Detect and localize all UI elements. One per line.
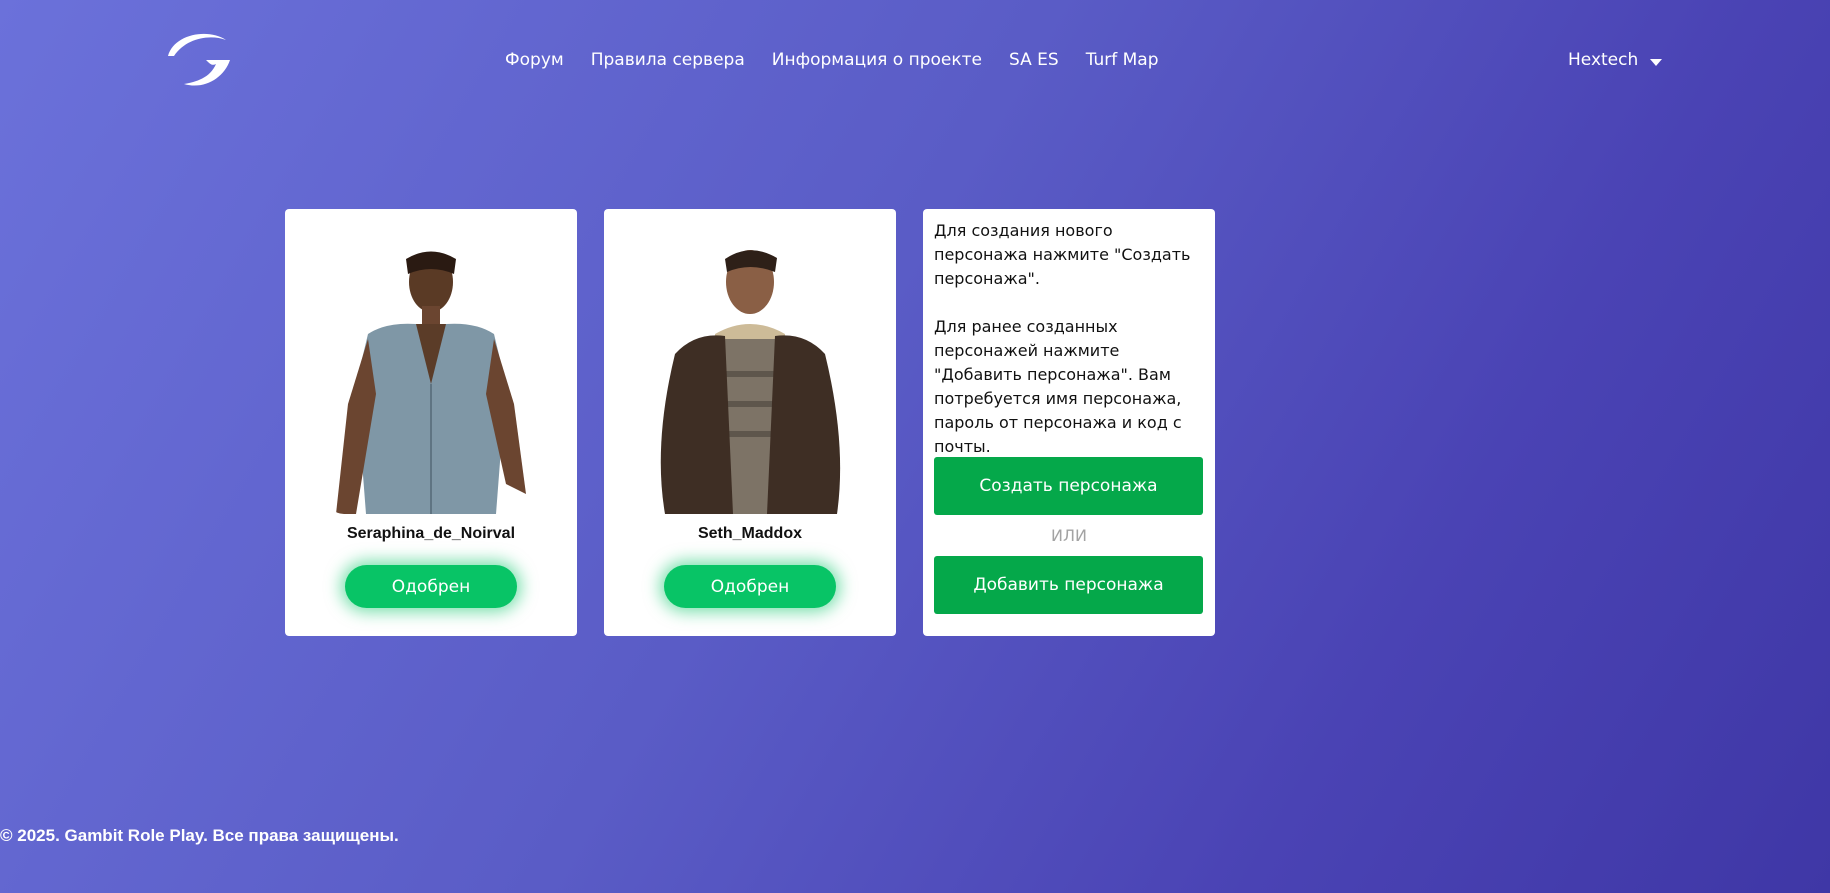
- character-name: Seth_Maddox: [697, 525, 802, 542]
- gambit-logo-icon[interactable]: [160, 26, 232, 90]
- nav-forum[interactable]: Форум: [505, 50, 564, 70]
- nav-turf-map[interactable]: Turf Map: [1086, 50, 1159, 70]
- footer-copyright: © 2025. Gambit Role Play. Все права защи…: [0, 826, 399, 845]
- user-menu[interactable]: Hextech: [1568, 50, 1663, 70]
- nav-server-rules[interactable]: Правила сервера: [591, 50, 745, 70]
- character-card: Seth_Maddox Одобрен: [604, 209, 896, 636]
- create-instructions-text: Для создания нового персонажа нажмите "С…: [934, 221, 1191, 288]
- character-portrait: [336, 251, 526, 514]
- approved-status-button[interactable]: Одобрен: [345, 565, 517, 608]
- username: Hextech: [1568, 50, 1639, 70]
- add-character-button[interactable]: Добавить персонажа: [934, 556, 1203, 614]
- nav-project-info[interactable]: Информация о проекте: [772, 50, 982, 70]
- character-card: Seraphina_de_Noirval Одобрен: [285, 209, 577, 636]
- character-name: Seraphina_de_Noirval: [346, 525, 516, 542]
- or-divider: ИЛИ: [1051, 526, 1087, 545]
- chevron-down-icon: [1650, 58, 1663, 66]
- main-nav: Форум Правила сервера Информация о проек…: [505, 50, 1186, 70]
- create-character-panel: Для создания нового персонажа нажмите "С…: [923, 209, 1215, 636]
- approved-status-button[interactable]: Одобрен: [664, 565, 836, 608]
- create-character-button[interactable]: Создать персонажа: [934, 457, 1203, 515]
- add-instructions-text: Для ранее созданных персонажей нажмите "…: [934, 317, 1182, 456]
- character-portrait: [660, 250, 841, 514]
- create-instructions: Для создания нового персонажа нажмите "С…: [934, 219, 1206, 483]
- nav-sa-es[interactable]: SA ES: [1009, 50, 1059, 70]
